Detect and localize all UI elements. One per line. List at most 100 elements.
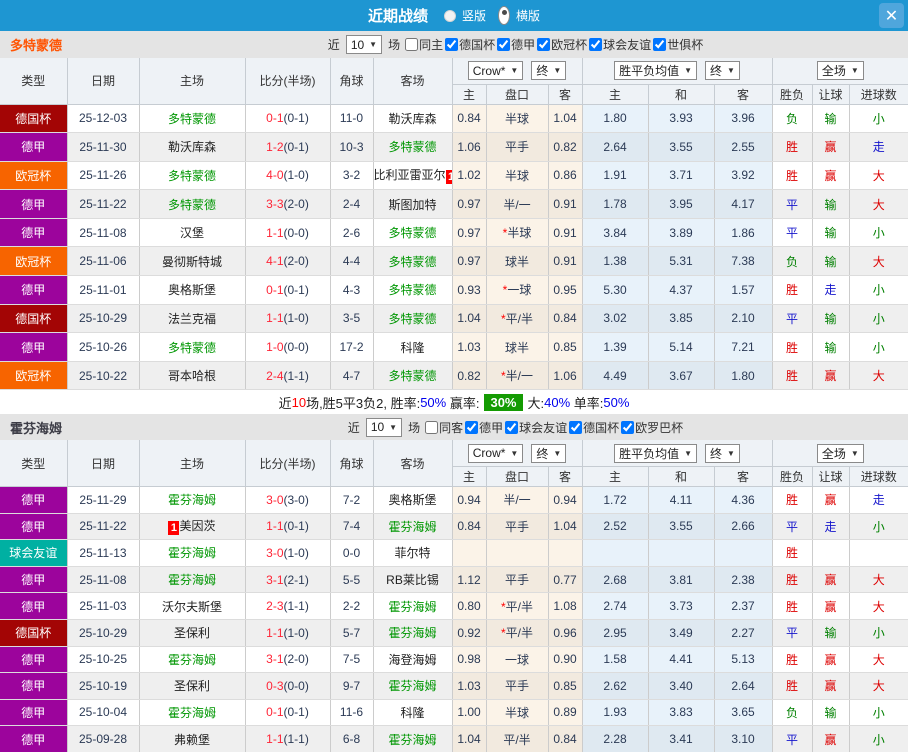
avg-away: 1.80 — [714, 361, 773, 391]
league-checkbox[interactable]: 欧罗巴杯 — [619, 420, 683, 435]
result-handicap: 赢 — [812, 672, 850, 700]
avg-home: 2.74 — [582, 592, 649, 620]
same-side-checkbox[interactable]: 同客 — [423, 419, 463, 436]
avg-draw: 3.71 — [648, 161, 715, 191]
layout-radio-horizontal[interactable] — [498, 6, 510, 25]
away-team: 多特蒙德 — [373, 275, 453, 305]
avg-source-select[interactable]: 胜平负均值 ▼ — [614, 61, 698, 81]
league-checkbox[interactable]: 欧冠杯 — [535, 38, 587, 52]
section-filter-strip: 多特蒙德 近 10 ▼ 场 同主 德国杯 德甲 欧冠杯 球会友谊 世俱杯 — [0, 31, 908, 58]
avg-final-select[interactable]: 终 ▼ — [705, 443, 740, 463]
result-outcome: 胜 — [772, 486, 813, 514]
layout-radio-horizontal-label: 横版 — [516, 9, 541, 23]
match-count-select[interactable]: 10 ▼ — [345, 35, 383, 54]
league-checkbox[interactable]: 德甲 — [495, 38, 535, 52]
avg-home: 2.68 — [582, 566, 649, 594]
avg-away: 3.92 — [714, 161, 773, 191]
match-date: 25-10-22 — [67, 361, 140, 391]
league-checkbox[interactable]: 德国杯 — [567, 420, 619, 435]
league-checkbox[interactable]: 球会友谊 — [503, 420, 567, 435]
match-date: 25-10-29 — [67, 304, 140, 334]
summary-count: 10 — [291, 394, 307, 410]
result-goals: 大 — [849, 189, 908, 219]
odds-handicap: *一球 — [486, 275, 549, 305]
avg-source-select[interactable]: 胜平负均值 ▼ — [614, 443, 698, 463]
league-checkbox[interactable]: 球会友谊 — [587, 38, 651, 52]
table-row: 欧冠杯 25-10-22 哥本哈根 2-4(1-1) 4-7 多特蒙德 0.82 *半/一 1.… — [0, 361, 908, 391]
close-icon[interactable]: ✕ — [879, 3, 904, 28]
odds-handicap: *半/一 — [486, 361, 549, 391]
match-date: 25-10-25 — [67, 646, 140, 674]
corner-count: 10-3 — [330, 132, 374, 162]
odds-source-select[interactable]: Crow* ▼ — [467, 61, 524, 81]
avg-draw: 3.83 — [648, 699, 715, 727]
league-checkbox[interactable]: 德甲 — [463, 420, 503, 435]
away-team: 霍芬海姆 — [373, 619, 453, 647]
league-badge: 德甲 — [0, 275, 68, 305]
odds-home: 1.06 — [452, 132, 487, 162]
odds-group-header: Crow* ▼ 终 ▼ — [452, 440, 583, 467]
odds-home: 1.02 — [452, 161, 487, 191]
col-home: 主场 — [139, 440, 246, 487]
chevron-down-icon: ▼ — [684, 448, 693, 458]
scope-select[interactable]: 全场 ▼ — [816, 61, 864, 81]
avg-home — [582, 539, 649, 567]
league-badge: 德甲 — [0, 699, 68, 727]
result-handicap: 输 — [812, 246, 850, 277]
odds-final-select[interactable]: 终 ▼ — [531, 61, 567, 81]
result-outcome: 平 — [772, 513, 813, 541]
same-side-checkbox[interactable]: 同主 — [403, 36, 443, 53]
result-outcome: 平 — [772, 304, 813, 334]
result-goals: 大 — [849, 361, 908, 391]
avg-final-select[interactable]: 终 ▼ — [705, 61, 740, 81]
league-badge: 德甲 — [0, 646, 68, 674]
home-team: 多特蒙德 — [139, 104, 246, 134]
home-team: 霍芬海姆 — [139, 646, 246, 674]
result-handicap: 走 — [812, 275, 850, 305]
result-goals: 走 — [849, 132, 908, 162]
corner-count: 17-2 — [330, 332, 374, 362]
league-badge: 德甲 — [0, 672, 68, 700]
league-badge: 德国杯 — [0, 104, 68, 134]
avg-draw: 3.40 — [648, 672, 715, 700]
summary-record: 场,胜5平3负2, 胜率: — [306, 395, 421, 411]
summary-profit-rate: 30% — [484, 393, 523, 411]
match-count-select[interactable]: 10 ▼ — [365, 417, 403, 437]
match-score: 3-3(2-0) — [245, 189, 331, 219]
odds-handicap: 平手 — [486, 132, 549, 162]
layout-radio-vertical-label: 竖版 — [461, 9, 486, 23]
odds-handicap: 球半 — [486, 246, 549, 277]
col-away: 客场 — [373, 58, 453, 105]
layout-radio-vertical[interactable] — [443, 9, 456, 22]
home-team: 霍芬海姆 — [139, 566, 246, 594]
avg-away: 2.64 — [714, 672, 773, 700]
odds-home: 0.97 — [452, 246, 487, 277]
odds-handicap: 平手 — [486, 672, 549, 700]
odds-away: 1.06 — [548, 361, 583, 391]
filters: 近 10 ▼ 场 同客 德甲 球会友谊 德国杯 欧罗巴杯 — [225, 417, 683, 437]
scope-select[interactable]: 全场 ▼ — [816, 443, 864, 463]
avg-group-header: 胜平负均值 ▼ 终 ▼ — [582, 440, 773, 467]
corner-count: 0-0 — [330, 539, 374, 567]
table-row: 德甲 25-10-19 圣保利 0-3(0-0) 9-7 霍芬海姆 1.03 平手 0.85 2.… — [0, 672, 908, 700]
odds-source-select[interactable]: Crow* ▼ — [467, 443, 524, 463]
result-handicap: 输 — [812, 189, 850, 219]
league-checkbox[interactable]: 世俱杯 — [651, 38, 703, 52]
odds-final-select[interactable]: 终 ▼ — [531, 443, 567, 463]
avg-home: 1.58 — [582, 646, 649, 674]
odds-home: 0.82 — [452, 361, 487, 391]
result-handicap: 赢 — [812, 161, 850, 191]
result-outcome: 胜 — [772, 646, 813, 674]
league-badge: 德甲 — [0, 486, 68, 514]
league-badge: 德甲 — [0, 592, 68, 620]
col-corner: 角球 — [330, 440, 374, 487]
league-checkbox[interactable]: 德国杯 — [443, 38, 495, 52]
match-date: 25-11-01 — [67, 275, 140, 305]
avg-home: 2.95 — [582, 619, 649, 647]
red-card-badge: 1 — [445, 170, 451, 185]
result-goals: 大 — [849, 592, 908, 620]
avg-home: 1.91 — [582, 161, 649, 191]
home-team: 勒沃库森 — [139, 132, 246, 162]
table-row: 欧冠杯 25-11-06 曼彻斯特城 4-1(2-0) 4-4 多特蒙德 0.97 球半 0.9… — [0, 246, 908, 277]
result-handicap: 输 — [812, 104, 850, 134]
